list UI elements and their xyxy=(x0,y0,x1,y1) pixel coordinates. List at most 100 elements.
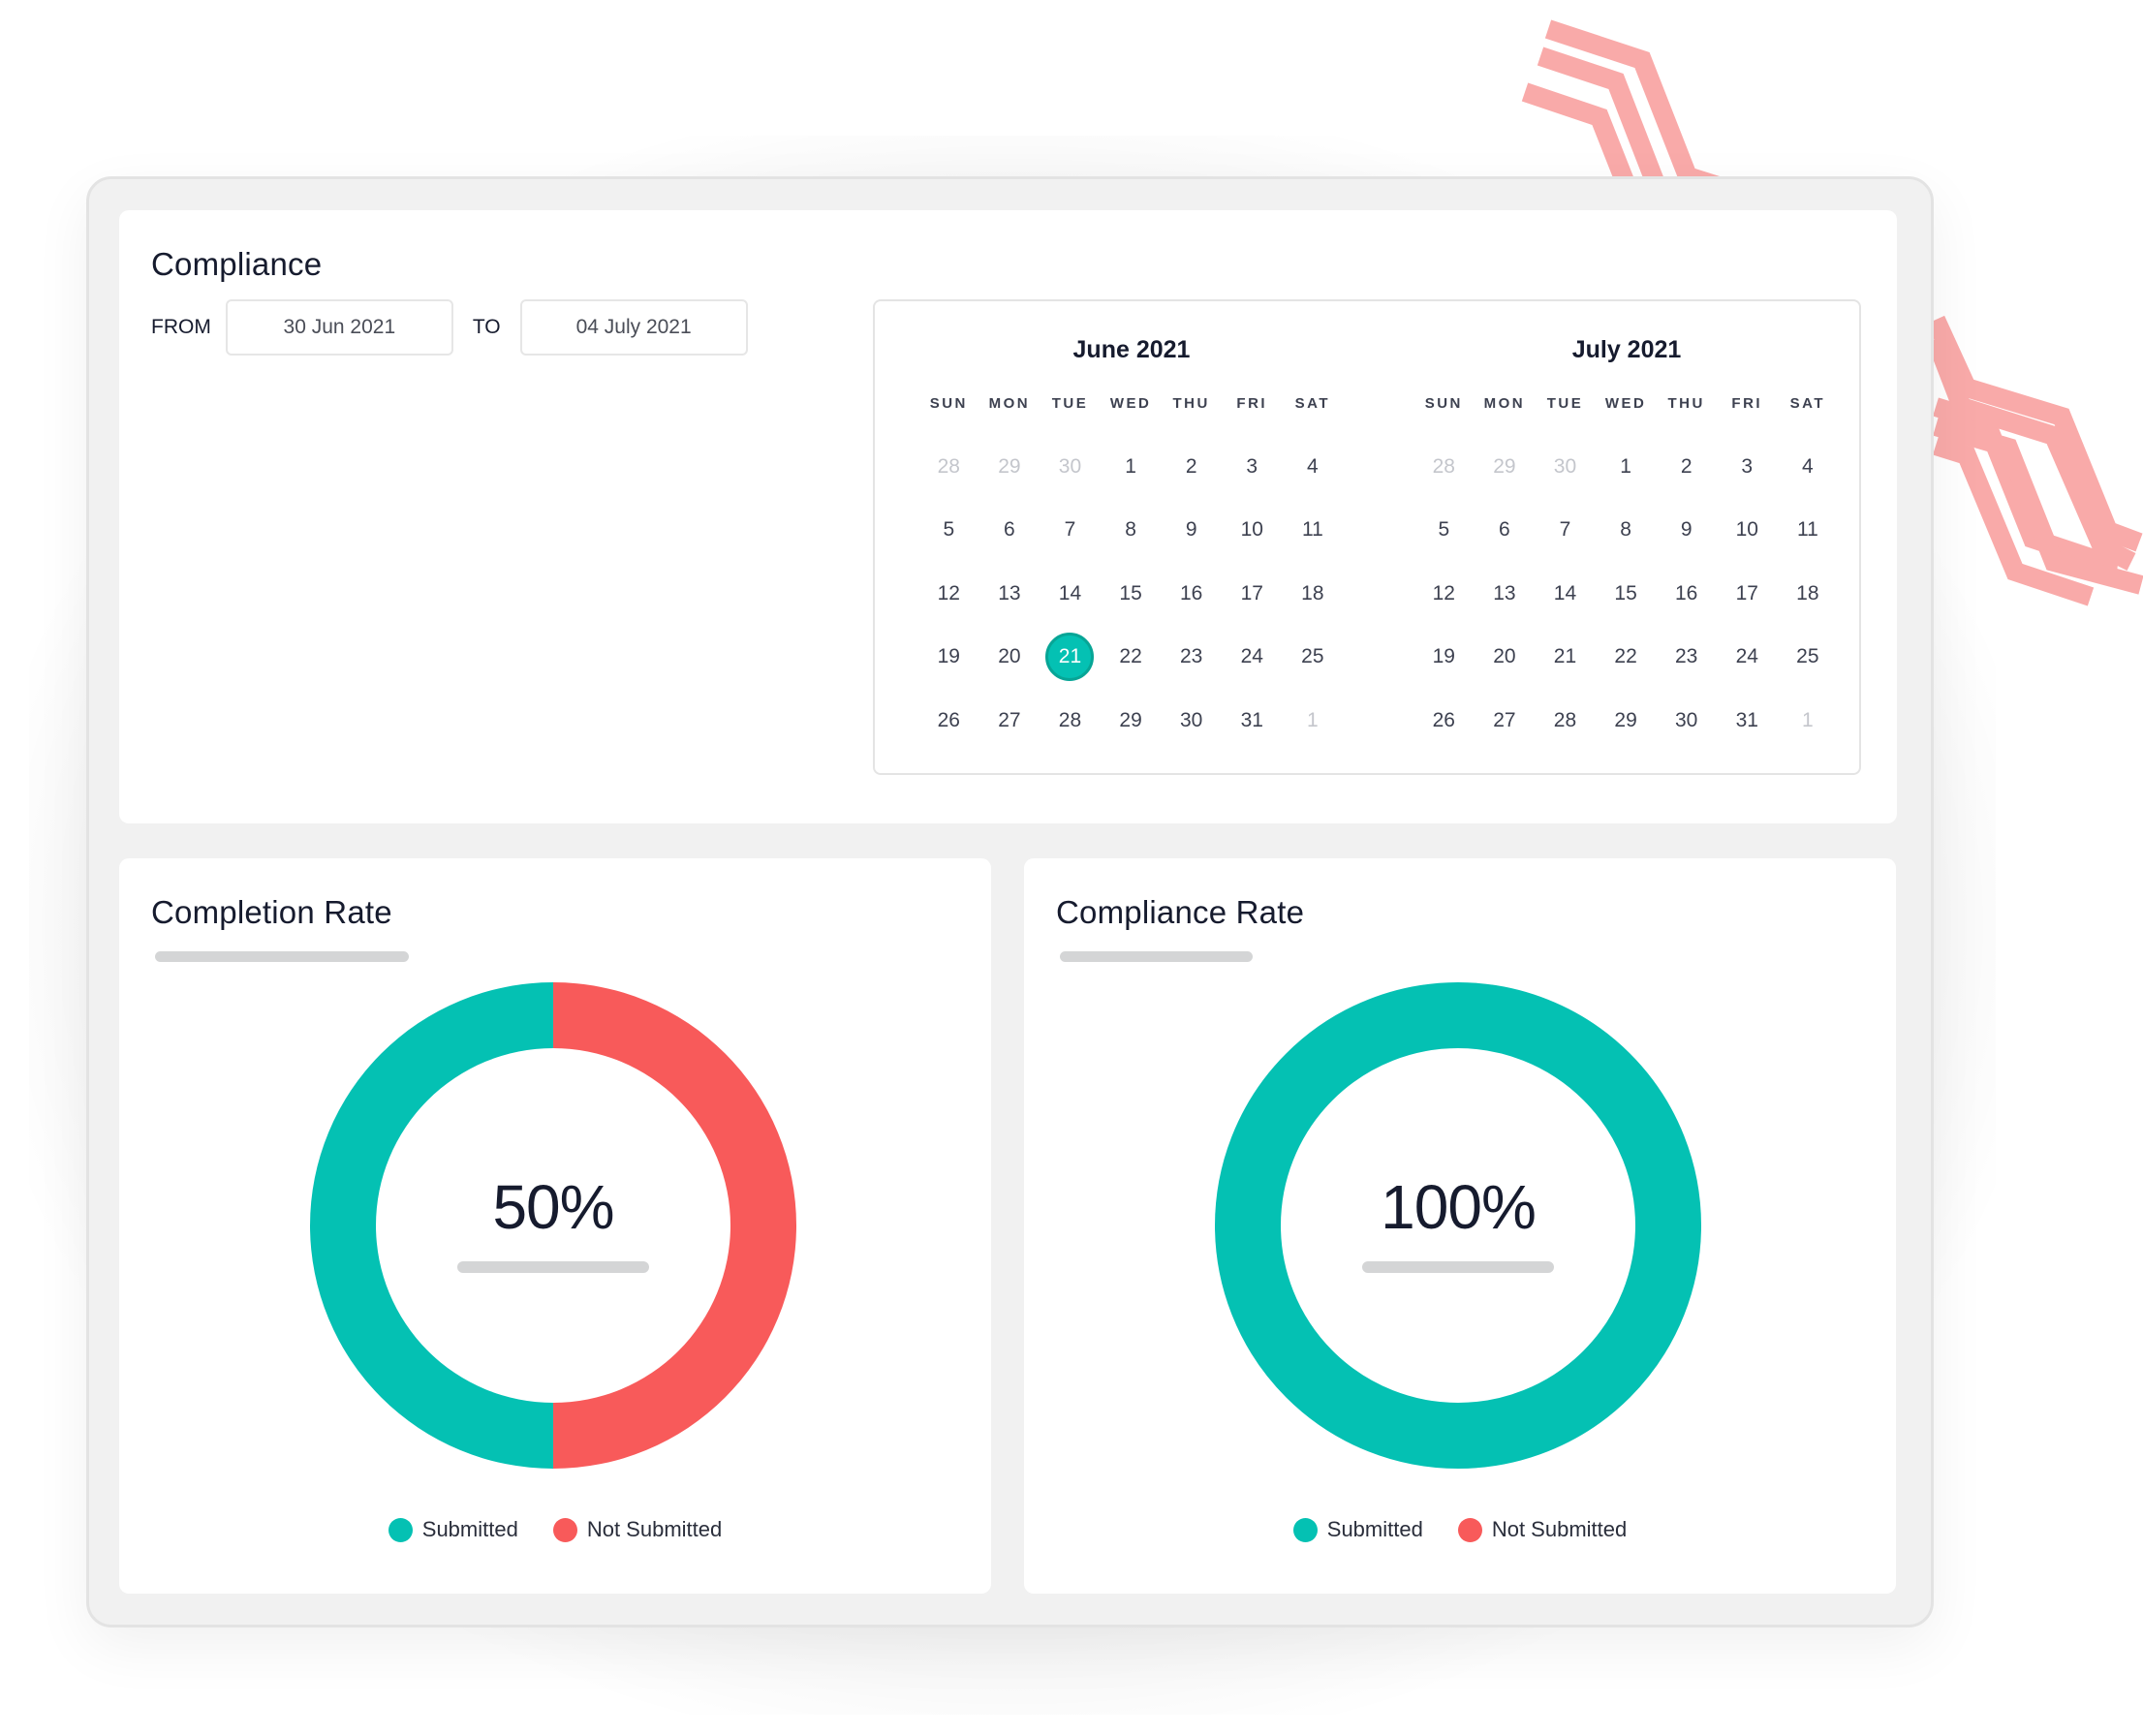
calendar-day[interactable]: 10 xyxy=(1717,499,1778,563)
calendar-day[interactable]: 27 xyxy=(979,689,1040,753)
calendar-day[interactable]: 25 xyxy=(1778,626,1839,690)
day-number: 24 xyxy=(1735,645,1758,668)
calendar-day[interactable]: 13 xyxy=(979,562,1040,626)
calendar-day[interactable]: 30 xyxy=(1161,689,1222,753)
weekday-label: THU xyxy=(1172,395,1210,412)
calendar-day[interactable]: 6 xyxy=(979,499,1040,563)
weekday-label: SAT xyxy=(1294,395,1331,412)
day-number: 31 xyxy=(1240,708,1263,731)
calendar-day[interactable]: 5 xyxy=(918,499,979,563)
calendar-day[interactable]: 2 xyxy=(1656,435,1717,499)
calendar-day[interactable]: 13 xyxy=(1475,562,1536,626)
calendar-day[interactable]: 14 xyxy=(1535,562,1596,626)
calendar-day[interactable]: 29 xyxy=(1475,435,1536,499)
calendar-day[interactable]: 18 xyxy=(1778,562,1839,626)
calendar-day[interactable]: 30 xyxy=(1535,435,1596,499)
day-number: 24 xyxy=(1240,645,1263,668)
day-number: 6 xyxy=(1004,518,1015,542)
calendar-day[interactable]: 25 xyxy=(1283,626,1344,690)
calendar-day[interactable]: 5 xyxy=(1413,499,1475,563)
calendar-day[interactable]: 17 xyxy=(1717,562,1778,626)
calendar-day[interactable]: 26 xyxy=(918,689,979,753)
day-number: 27 xyxy=(998,708,1021,731)
calendar-day[interactable]: 9 xyxy=(1656,499,1717,563)
calendar-day[interactable]: 11 xyxy=(1778,499,1839,563)
calendar-day[interactable]: 18 xyxy=(1283,562,1344,626)
value-placeholder-bar xyxy=(1362,1261,1554,1273)
calendar-day[interactable]: 11 xyxy=(1283,499,1344,563)
calendar-day-selected[interactable]: 21 xyxy=(1040,626,1101,690)
calendar-day[interactable]: 1 xyxy=(1596,435,1657,499)
calendar-day[interactable]: 23 xyxy=(1656,626,1717,690)
calendar-day[interactable]: 31 xyxy=(1717,689,1778,753)
calendar-day[interactable]: 12 xyxy=(1413,562,1475,626)
calendar-day[interactable]: 30 xyxy=(1040,435,1101,499)
calendar-day[interactable]: 2 xyxy=(1161,435,1222,499)
calendar-day[interactable]: 22 xyxy=(1596,626,1657,690)
calendar-day[interactable]: 20 xyxy=(1475,626,1536,690)
day-number: 14 xyxy=(1553,581,1577,604)
day-number: 8 xyxy=(1620,518,1631,542)
calendar-day[interactable]: 28 xyxy=(1413,435,1475,499)
calendar-day[interactable]: 22 xyxy=(1101,626,1162,690)
to-date-input[interactable]: 04 July 2021 xyxy=(519,299,748,356)
legend-item-not-submitted[interactable]: Not Submitted xyxy=(552,1517,723,1542)
calendar-day[interactable]: 17 xyxy=(1222,562,1283,626)
legend-item-submitted[interactable]: Submitted xyxy=(1292,1517,1423,1542)
calendar-day[interactable]: 12 xyxy=(918,562,979,626)
calendar-day[interactable]: 16 xyxy=(1656,562,1717,626)
calendar-day[interactable]: 3 xyxy=(1717,435,1778,499)
calendar-day[interactable]: 19 xyxy=(918,626,979,690)
calendar-day[interactable]: 7 xyxy=(1040,499,1101,563)
calendar-day[interactable]: 29 xyxy=(1596,689,1657,753)
calendar-day[interactable]: 28 xyxy=(1040,689,1101,753)
legend-item-submitted[interactable]: Submitted xyxy=(388,1517,518,1542)
weekday-label: FRI xyxy=(1236,395,1268,412)
day-number: 29 xyxy=(1119,708,1142,731)
calendar-day[interactable]: 28 xyxy=(1535,689,1596,753)
calendar-day[interactable]: 3 xyxy=(1222,435,1283,499)
calendar-day[interactable]: 14 xyxy=(1040,562,1101,626)
calendar-day[interactable]: 26 xyxy=(1413,689,1475,753)
from-label: FROM xyxy=(151,316,211,338)
completion-donut-chart: 50% xyxy=(310,982,796,1469)
calendar-day[interactable]: 20 xyxy=(979,626,1040,690)
calendar-day[interactable]: 4 xyxy=(1283,435,1344,499)
calendar-day[interactable]: 10 xyxy=(1222,499,1283,563)
calendar-day[interactable]: 8 xyxy=(1596,499,1657,563)
day-number: 12 xyxy=(937,581,960,604)
legend-label: Not Submitted xyxy=(586,1517,723,1541)
calendar-day[interactable]: 15 xyxy=(1596,562,1657,626)
calendar-day[interactable]: 30 xyxy=(1656,689,1717,753)
calendar-day[interactable]: 8 xyxy=(1101,499,1162,563)
chart-legend: Submitted Not Submitted xyxy=(119,1517,991,1542)
weekday-label: FRI xyxy=(1731,395,1763,412)
calendar-day[interactable]: 24 xyxy=(1222,626,1283,690)
calendar-day[interactable]: 21 xyxy=(1535,626,1596,690)
calendar-day[interactable]: 23 xyxy=(1161,626,1222,690)
calendar-day[interactable]: 9 xyxy=(1161,499,1222,563)
legend-item-not-submitted[interactable]: Not Submitted xyxy=(1457,1517,1627,1542)
day-number: 31 xyxy=(1735,708,1758,731)
calendar-day[interactable]: 28 xyxy=(918,435,979,499)
day-number: 29 xyxy=(998,454,1021,478)
calendar-day[interactable]: 31 xyxy=(1222,689,1283,753)
calendar-day[interactable]: 19 xyxy=(1413,626,1475,690)
calendar-day[interactable]: 6 xyxy=(1475,499,1536,563)
day-number: 12 xyxy=(1432,581,1455,604)
calendar-day[interactable]: 29 xyxy=(1101,689,1162,753)
calendar-day[interactable]: 24 xyxy=(1717,626,1778,690)
from-date-input[interactable]: 30 Jun 2021 xyxy=(225,299,453,356)
calendar-day[interactable]: 4 xyxy=(1778,435,1839,499)
weekday-label: WED xyxy=(1604,395,1647,412)
calendar-day[interactable]: 16 xyxy=(1161,562,1222,626)
calendar-day[interactable]: 1 xyxy=(1778,689,1839,753)
calendar-day[interactable]: 27 xyxy=(1475,689,1536,753)
completion-rate-title: Completion Rate xyxy=(151,894,392,930)
calendar-day[interactable]: 1 xyxy=(1283,689,1344,753)
calendar-day[interactable]: 7 xyxy=(1535,499,1596,563)
calendar-day[interactable]: 15 xyxy=(1101,562,1162,626)
calendar-day[interactable]: 1 xyxy=(1101,435,1162,499)
compliance-rate-card: Compliance Rate 100% Submitted Not Submi… xyxy=(1024,858,1896,1594)
calendar-day[interactable]: 29 xyxy=(979,435,1040,499)
